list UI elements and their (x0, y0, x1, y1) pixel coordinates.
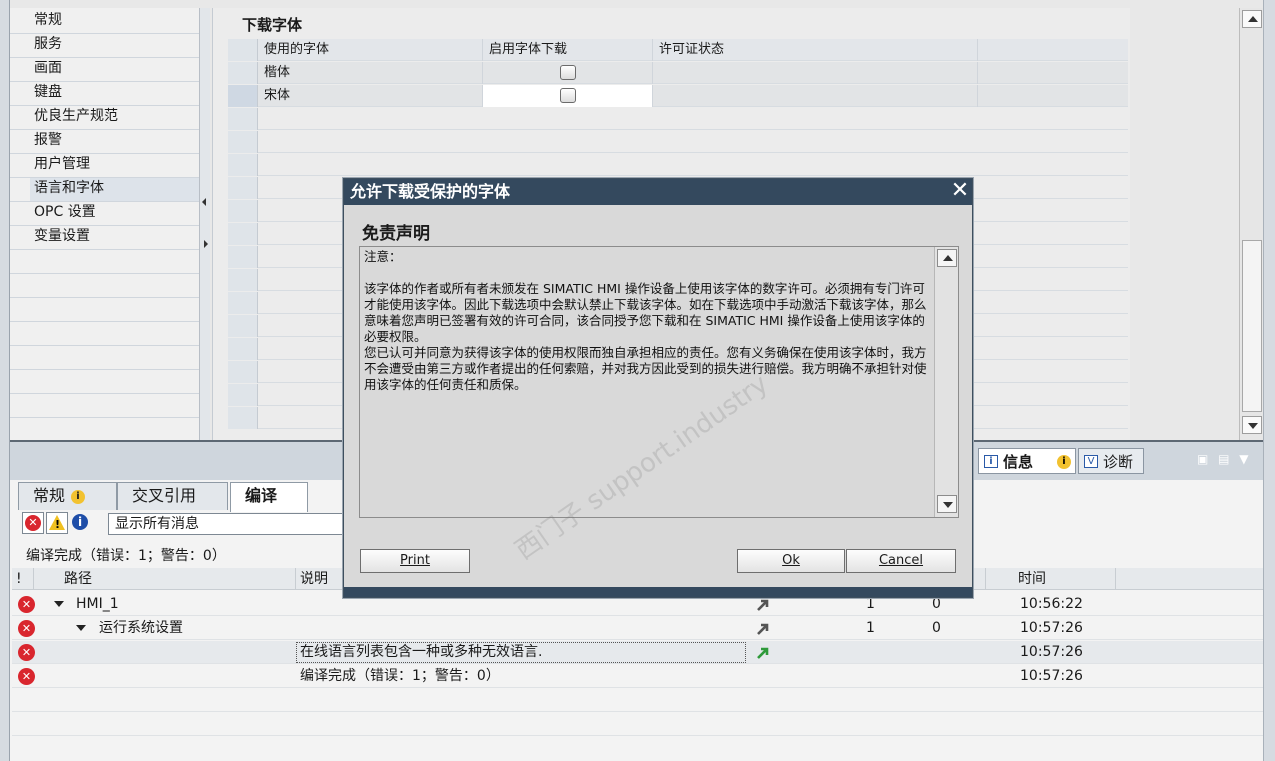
column-header-font[interactable]: 使用的字体 (258, 39, 483, 61)
column-header-enable-download[interactable]: 启用字体下载 (483, 39, 653, 61)
column-header-severity[interactable]: ! (12, 568, 34, 590)
goto-arrow-icon[interactable] (756, 646, 770, 660)
license-status-cell (653, 62, 978, 84)
nav-item-gmp[interactable]: 优良生产规范 (34, 106, 118, 130)
expand-icon[interactable] (54, 601, 64, 607)
nav-item-opc[interactable]: OPC 设置 (34, 202, 96, 226)
message-time: 10:56:22 (1020, 596, 1083, 612)
close-icon[interactable]: ✕ (948, 179, 972, 205)
column-header-path[interactable]: 路径 (34, 568, 296, 590)
error-icon: ✕ (18, 620, 35, 637)
message-row[interactable]: ✕ 运行系统设置 1 0 10:57:26 (12, 617, 1263, 640)
message-time: 10:57:26 (1020, 620, 1083, 636)
table-header: 使用的字体 启用字体下载 许可证状态 (228, 39, 1128, 61)
message-time: 10:57:26 (1020, 668, 1083, 684)
nav-item-alarms[interactable]: 报警 (34, 130, 62, 154)
dialog-title: 允许下载受保护的字体 (344, 179, 972, 205)
nav-splitter[interactable] (199, 8, 210, 440)
message-time: 10:57:26 (1020, 644, 1083, 660)
panel-window-controls[interactable]: ▣ ▤ ▼ (1197, 452, 1261, 468)
scroll-up-button[interactable] (1242, 10, 1262, 28)
nav-item-screens[interactable]: 画面 (34, 58, 62, 82)
tab-info[interactable]: i 信息 i (978, 448, 1076, 474)
nav-item-general[interactable]: 常规 (34, 10, 62, 34)
message-row[interactable]: ✕ 在线语言列表包含一种或多种无效语言. 10:57:26 (12, 641, 1263, 664)
message-path: 运行系统设置 (99, 620, 183, 636)
disclaimer-text: 注意： 该字体的作者或所有者未颁发在 SIMATIC HMI 操作设备上使用该字… (364, 249, 927, 392)
scroll-up-button[interactable] (937, 249, 957, 267)
settings-nav: 常规 服务 画面 键盘 优良生产规范 报警 用户管理 语言和字体 OPC 设置 … (10, 8, 210, 440)
message-row[interactable]: ✕ 编译完成（错误：1；警告：0） 10:57:26 (12, 665, 1263, 688)
license-status-cell (653, 85, 978, 107)
nav-item-tag-settings[interactable]: 变量设置 (34, 226, 90, 250)
error-icon: ✕ (18, 644, 35, 661)
goto-arrow-icon[interactable] (756, 598, 770, 612)
cancel-button[interactable]: Cancel (846, 549, 956, 573)
dialog-heading: 免责声明 (362, 224, 430, 244)
watermark: 西门子 support.industry (510, 368, 774, 567)
tab-compile[interactable]: 编译 (230, 482, 308, 512)
print-button[interactable]: Print (360, 549, 470, 573)
expand-right-icon[interactable] (204, 240, 208, 248)
compile-summary: 编译完成（错误：1；警告：0） (26, 548, 226, 564)
tab-cross-reference[interactable]: 交叉引用 (117, 482, 228, 510)
collapse-left-icon[interactable] (202, 198, 206, 206)
filter-info-button[interactable]: i (70, 512, 92, 534)
diagnostics-icon: V (1084, 455, 1098, 468)
font-name-cell: 楷体 (258, 62, 483, 84)
filter-errors-button[interactable]: ✕ (22, 512, 44, 534)
tab-general[interactable]: 常规 i (18, 482, 117, 510)
column-header-time[interactable]: 时间 (1014, 568, 1116, 590)
enable-download-checkbox[interactable] (560, 65, 576, 80)
info-tab-icon: i (984, 455, 998, 468)
error-icon: ✕ (25, 515, 41, 531)
info-icon: i (72, 514, 88, 530)
error-icon: ✕ (18, 596, 35, 613)
expand-icon[interactable] (76, 625, 86, 631)
column-header-license[interactable]: 许可证状态 (653, 39, 978, 61)
scroll-down-button[interactable] (937, 495, 957, 513)
warning-count: 0 (932, 620, 941, 636)
table-row[interactable]: 宋体 (228, 85, 1128, 107)
error-icon: ✕ (18, 668, 35, 685)
message-path: HMI_1 (76, 596, 119, 612)
filter-warnings-button[interactable]: ! (46, 512, 68, 534)
nav-item-language-fonts[interactable]: 语言和字体 (30, 178, 200, 202)
scroll-down-button[interactable] (1242, 416, 1262, 434)
goto-arrow-icon[interactable] (756, 622, 770, 636)
disclaimer-text-area[interactable]: 注意： 该字体的作者或所有者未颁发在 SIMATIC HMI 操作设备上使用该字… (359, 246, 959, 566)
disclaimer-scrollbar[interactable] (934, 247, 958, 517)
tab-diagnostics[interactable]: V 诊断 (1078, 448, 1144, 474)
message-description: 编译完成（错误：1；警告：0） (300, 668, 500, 684)
right-edge-strip (1263, 0, 1275, 761)
message-description: 在线语言列表包含一种或多种无效语言. (300, 644, 543, 660)
ok-button[interactable]: Ok (737, 549, 845, 573)
scroll-thumb[interactable] (1242, 240, 1262, 412)
left-edge-strip (0, 0, 10, 761)
font-name-cell: 宋体 (258, 85, 483, 107)
enable-download-checkbox[interactable] (560, 88, 576, 103)
vertical-scrollbar[interactable] (1239, 8, 1263, 440)
section-title: 下载字体 (242, 16, 303, 34)
message-filter-select[interactable]: 显示所有消息 (108, 513, 354, 535)
nav-item-services[interactable]: 服务 (34, 34, 62, 58)
nav-item-user-admin[interactable]: 用户管理 (34, 154, 90, 178)
protected-font-dialog: 允许下载受保护的字体 ✕ 免责声明 注意： 该字体的作者或所有者未颁发在 SIM… (343, 178, 973, 598)
table-row[interactable]: 楷体 (228, 62, 1128, 84)
nav-item-keyboard[interactable]: 键盘 (34, 82, 62, 106)
info-icon: i (1057, 455, 1071, 469)
info-icon: i (71, 490, 86, 504)
error-count: 1 (866, 620, 875, 636)
